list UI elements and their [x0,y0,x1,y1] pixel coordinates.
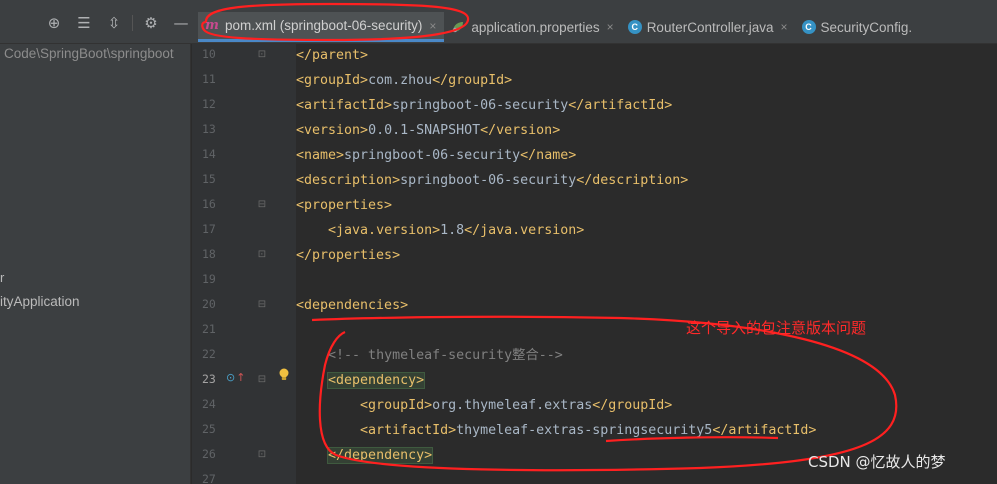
java-class-icon: C [801,20,816,34]
code-line[interactable]: <version>0.0.1-SNAPSHOT</version> [296,118,997,143]
fold-marker-icon[interactable]: ⊡ [257,449,267,460]
spring-leaf-icon [450,19,466,35]
line-number[interactable]: 13 [202,122,226,136]
line-number[interactable]: 10 [202,47,226,61]
code-line[interactable]: <groupId>org.thymeleaf.extras</groupId> [296,393,997,418]
close-icon[interactable]: × [607,20,614,34]
code-line[interactable]: <groupId>com.zhou</groupId> [296,68,997,93]
gutter-markers[interactable]: ⊙↑ [226,371,245,384]
code-line[interactable]: </properties> [296,243,997,268]
line-number[interactable]: 11 [202,72,226,86]
close-icon[interactable]: × [429,19,436,33]
line-number[interactable]: 18 [202,247,226,261]
line-number[interactable]: 24 [202,397,226,411]
override-marker-icon[interactable]: ⊙ [226,371,235,384]
tab-application-properties[interactable]: application.properties × [444,12,621,42]
line-number[interactable]: 15 [202,172,226,186]
java-class-icon: C [627,20,642,34]
code-editor[interactable]: </parent> <groupId>com.zhou</groupId> <art… [296,44,997,484]
tab-label: RouterController.java [646,19,774,35]
line-number[interactable]: 21 [202,322,226,336]
line-number[interactable]: 14 [202,147,226,161]
tab-label: SecurityConfig. [820,19,913,35]
line-number[interactable]: 16 [202,197,226,211]
tab-label: pom.xml (springboot-06-security) [225,18,423,33]
line-number[interactable]: 26 [202,447,226,461]
line-number[interactable]: 22 [202,347,226,361]
code-line[interactable]: <description>springboot-06-security</des… [296,168,997,193]
collapse-all-icon[interactable]: ⇳ [106,15,122,31]
fold-marker-icon[interactable]: ⊡ [257,249,267,260]
line-number[interactable]: 17 [202,222,226,236]
tab-pom-xml[interactable]: m pom.xml (springboot-06-security) × [198,12,445,42]
tree-item[interactable]: r [0,270,4,285]
code-line[interactable]: </parent> [296,43,997,68]
line-number[interactable]: 23 [202,372,226,386]
project-toolbar: ⊕ ☰ ⇳ ⚙ — [46,12,189,34]
project-path[interactable]: Code\SpringBoot\springboot [4,46,174,61]
expand-all-icon[interactable]: ☰ [76,15,92,31]
watermark: CSDN @忆故人的梦 [808,453,946,471]
top-bar: ⊕ ☰ ⇳ ⚙ — m pom.xml (springboot-06-secur… [0,0,997,44]
arrow-up-icon[interactable]: ↑ [236,371,245,384]
fold-marker-icon[interactable]: ⊟ [257,374,267,385]
tree-item-application[interactable]: ityApplication [0,294,80,309]
line-number[interactable]: 27 [202,472,226,484]
code-line[interactable]: <artifactId>thymeleaf-extras-springsecur… [296,418,997,443]
fold-marker-icon[interactable]: ⊟ [257,199,267,210]
line-number[interactable]: 20 [202,297,226,311]
target-icon[interactable]: ⊕ [46,15,62,31]
code-line[interactable]: <properties> [296,193,997,218]
toolbar-separator [132,15,133,31]
code-line[interactable]: <java.version>1.8</java.version> [296,218,997,243]
tab-router-controller[interactable]: C RouterController.java × [622,12,796,42]
gear-icon[interactable]: ⚙ [143,15,159,31]
tab-security-config[interactable]: C SecurityConfig. [796,12,921,42]
code-line[interactable] [296,318,997,343]
code-line[interactable]: <name>springboot-06-security</name> [296,143,997,168]
close-icon[interactable]: × [781,20,788,34]
line-number[interactable]: 12 [202,97,226,111]
editor-tabs: m pom.xml (springboot-06-security) × app… [198,12,920,42]
code-line[interactable]: <artifactId>springboot-06-security</arti… [296,93,997,118]
fold-marker-icon[interactable]: ⊟ [257,299,267,310]
fold-marker-icon[interactable]: ⊡ [257,49,267,60]
tab-label: application.properties [471,19,600,35]
hide-icon[interactable]: — [173,15,189,31]
line-number[interactable]: 25 [202,422,226,436]
code-line[interactable] [296,268,997,293]
line-number[interactable]: 19 [202,272,226,286]
project-panel: Code\SpringBoot\springboot r ityApplicat… [0,44,191,484]
code-line[interactable]: <dependencies> [296,293,997,318]
annotation-note: 这个导入的包注意版本问题 [686,319,867,337]
maven-file-icon: m [205,18,219,33]
code-line[interactable]: <dependency> [296,368,997,393]
lightbulb-icon[interactable] [278,367,290,381]
code-line[interactable]: <!-- thymeleaf-security整合--> [296,343,997,368]
